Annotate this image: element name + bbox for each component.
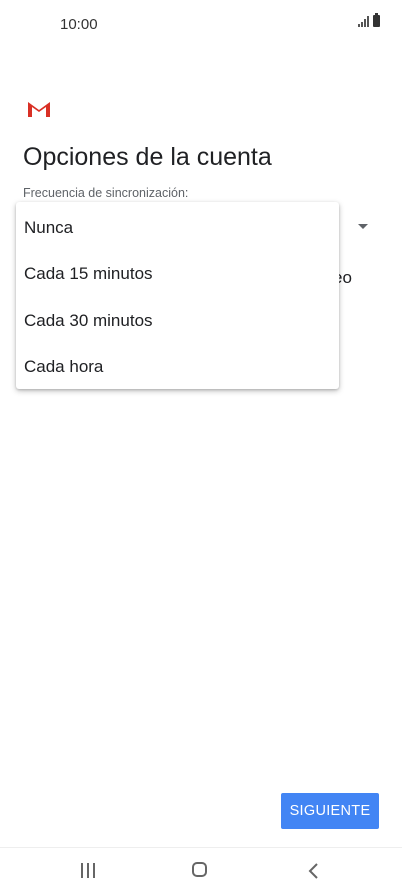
menu-item-cada-hora[interactable]: Cada hora xyxy=(16,344,339,390)
menu-item-nunca[interactable]: Nunca xyxy=(16,205,339,251)
navigation-bar xyxy=(0,847,402,894)
status-bar: 10:00 xyxy=(0,0,402,48)
gmail-logo xyxy=(28,102,50,117)
dropdown-arrow-icon[interactable] xyxy=(358,224,368,229)
menu-item-30-minutos[interactable]: Cada 30 minutos xyxy=(16,298,339,344)
sync-frequency-label: Frecuencia de sincronización: xyxy=(23,186,189,200)
menu-item-15-minutos[interactable]: Cada 15 minutos xyxy=(16,251,339,297)
back-icon[interactable] xyxy=(305,862,323,880)
home-icon[interactable] xyxy=(192,862,207,877)
sync-frequency-menu: Nunca Cada 15 minutos Cada 30 minutos Ca… xyxy=(16,202,339,389)
battery-icon xyxy=(373,13,380,27)
recents-icon[interactable] xyxy=(81,863,95,878)
signal-icon xyxy=(358,15,369,27)
page-title: Opciones de la cuenta xyxy=(23,143,272,171)
status-time: 10:00 xyxy=(60,16,98,33)
status-icons xyxy=(358,13,380,27)
next-button[interactable]: SIGUIENTE xyxy=(281,793,379,829)
